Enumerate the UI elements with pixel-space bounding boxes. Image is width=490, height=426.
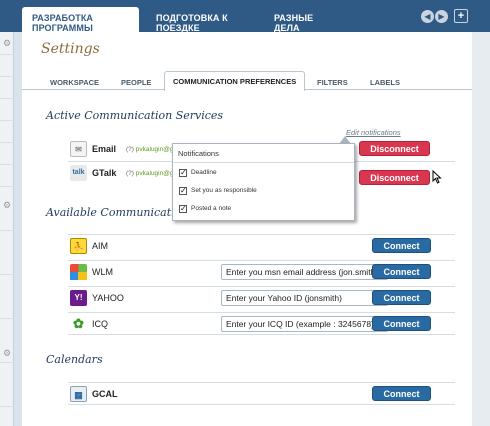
project-tab-2[interactable]: РАЗНЫЕ ДЕЛА (264, 7, 344, 33)
tab-communication-preferences[interactable]: COMMUNICATION PREFERENCES (164, 71, 306, 91)
tab-filters[interactable]: FILTERS (309, 73, 356, 91)
service-name: GCAL (92, 389, 118, 399)
aim-icon: ⛹ (70, 238, 87, 254)
project-tab-1[interactable]: ПОДГОТОВКА К ПОЕЗДКЕ (146, 7, 268, 33)
top-nav-bar: РАЗРАБОТКА ПРОГРАММЫ ПОДГОТОВКА К ПОЕЗДК… (0, 0, 490, 33)
gear-icon[interactable]: ⚙ (3, 38, 11, 49)
popup-title: Notifications (178, 149, 219, 158)
yahoo-icon: Y! (70, 290, 87, 306)
service-row-aim: ⛹ AIM Connect (68, 234, 455, 257)
yahoo-id-input[interactable] (221, 290, 388, 306)
service-row-wlm: WLM Connect (68, 260, 455, 283)
divider (173, 162, 354, 163)
page-title: Settings (41, 41, 100, 57)
connect-button[interactable]: Connect (372, 264, 431, 279)
checkbox[interactable]: ✓ (179, 205, 187, 213)
right-gutter (472, 32, 490, 426)
calendars-title: Calendars (46, 353, 103, 366)
icq-flower-icon: ✿ (70, 316, 87, 332)
settings-tabs: WORKSPACE PEOPLE COMMUNICATION PREFERENC… (22, 70, 472, 91)
tab-workspace[interactable]: WORKSPACE (42, 73, 107, 91)
disconnect-button[interactable]: Disconnect (359, 141, 430, 156)
service-name: Email (92, 144, 117, 154)
gtalk-icon: talk (70, 165, 87, 181)
mouse-cursor-icon (432, 170, 442, 184)
tab-people[interactable]: PEOPLE (113, 73, 159, 91)
checkbox[interactable]: ✓ (179, 169, 187, 177)
envelope-icon: ✉ (70, 141, 87, 157)
add-project-button[interactable]: + (454, 9, 468, 23)
windows-icon (70, 264, 87, 280)
help-icon[interactable]: (?) (126, 146, 134, 153)
service-name: AIM (92, 241, 109, 251)
icq-id-input[interactable] (221, 316, 388, 332)
left-sidebar-strip: ⚙ ⚙ ⚙ (0, 32, 14, 426)
service-name: GTalk (92, 168, 117, 178)
edit-notifications-link[interactable]: Edit notifications (346, 128, 401, 137)
connect-button[interactable]: Connect (372, 290, 431, 305)
gear-icon[interactable]: ⚙ (3, 200, 11, 211)
msn-email-input[interactable] (221, 264, 388, 280)
project-tab-0[interactable]: РАЗРАБОТКА ПРОГРАММЫ (22, 7, 139, 33)
connect-button[interactable]: Connect (372, 238, 431, 253)
service-row-yahoo: Y! YAHOO Connect (68, 286, 455, 309)
next-arrow-icon[interactable]: ▶ (435, 10, 448, 23)
active-services-title: Active Communication Services (46, 109, 224, 122)
calendar-row-gcal: ▦ GCAL Connect (68, 382, 455, 405)
calendar-icon: ▦ (70, 386, 87, 402)
tab-labels[interactable]: LABELS (362, 73, 408, 91)
help-icon[interactable]: (?) (126, 170, 134, 177)
notifications-popup: Notifications ✓ Deadline ✓ Set you as re… (172, 143, 355, 221)
prev-arrow-icon[interactable]: ◀ (421, 10, 434, 23)
service-row-icq: ✿ ICQ Connect (68, 312, 455, 335)
checkbox[interactable]: ✓ (179, 187, 187, 195)
settings-panel: Settings WORKSPACE PEOPLE COMMUNICATION … (22, 32, 472, 426)
service-name: WLM (92, 267, 113, 277)
service-name: ICQ (92, 319, 109, 329)
service-name: YAHOO (92, 293, 124, 303)
connect-button[interactable]: Connect (372, 316, 431, 331)
disconnect-button[interactable]: Disconnect (359, 170, 430, 185)
connect-button[interactable]: Connect (372, 386, 431, 401)
gear-icon[interactable]: ⚙ (3, 348, 11, 359)
